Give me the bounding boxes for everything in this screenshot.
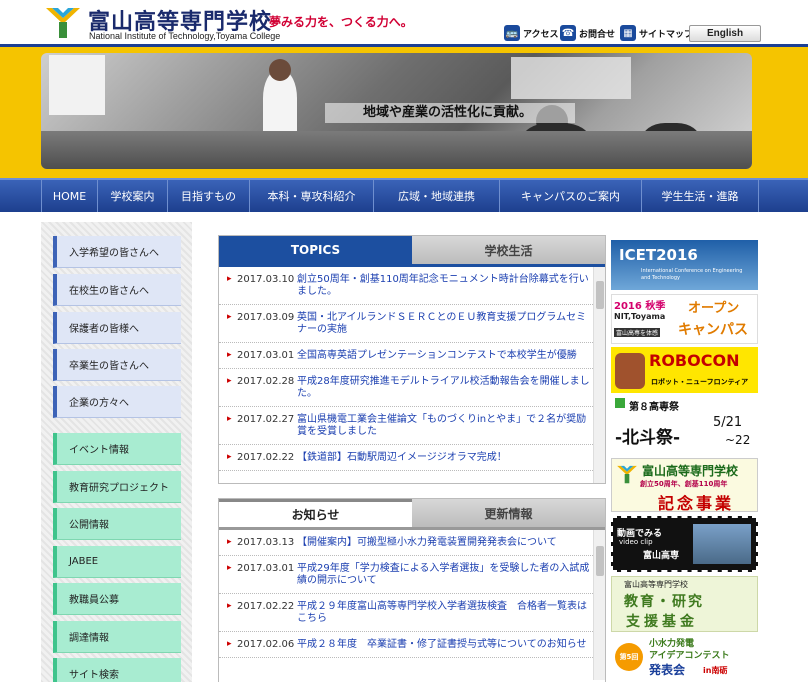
support-fund-banner[interactable]: 富山高等専門学校 教育・研究 支援基金	[611, 576, 758, 632]
list-item[interactable]: 2017.02.22平成２９年度富山高等専門学校入学者選抜検査 合格者一覧表はこ…	[219, 594, 605, 632]
anniversary-banner[interactable]: 富山高等専門学校 創立50周年、創基110周年 記念事業	[611, 458, 758, 512]
util-link-contact[interactable]: ☎ お問合せ	[560, 25, 615, 41]
tab-updates[interactable]: 更新情報	[412, 499, 605, 527]
site-title-en: National Institute of Technology,Toyama …	[89, 31, 281, 41]
sidebar-item-search[interactable]: サイト検索	[53, 658, 181, 682]
sidebar-item-research[interactable]: 教育研究プロジェクト	[53, 471, 181, 503]
hero-image: 地域や産業の活性化に貢献。	[41, 53, 752, 169]
notices-panel: お知らせ 更新情報 2017.03.13【開催案内】可搬型極小水力発電装置開発発…	[218, 498, 606, 682]
main-nav: HOME 学校案内 目指すもの 本科・専攻科紹介 広域・地域連携 キャンパスのご…	[0, 178, 808, 212]
tab-notices[interactable]: お知らせ	[219, 499, 412, 527]
sidebar-item-students[interactable]: 在校生の皆さんへ	[53, 274, 181, 306]
nav-item-student-life[interactable]: 学生生活・進路	[641, 180, 759, 212]
tab-topics[interactable]: TOPICS	[219, 236, 412, 264]
topics-scrollbar[interactable]	[593, 267, 605, 483]
bus-icon: 🚌	[504, 25, 520, 41]
util-link-access[interactable]: 🚌 アクセス	[504, 25, 559, 41]
english-button[interactable]: English	[689, 25, 761, 42]
nav-item-departments[interactable]: 本科・専攻科紹介	[249, 180, 373, 212]
sitemap-icon: ▦	[620, 25, 636, 41]
notices-list: 2017.03.13【開催案内】可搬型極小水力発電装置開発発表会について 201…	[219, 530, 605, 680]
school-logo-icon	[616, 463, 638, 487]
list-item[interactable]: 2017.02.06平成２８年度 卒業証書・修了証書授与式等についてのお知らせ	[219, 632, 605, 658]
leaf-icon	[615, 398, 625, 408]
sidebar-item-procurement[interactable]: 調達情報	[53, 621, 181, 653]
nav-item-mission[interactable]: 目指すもの	[167, 180, 249, 212]
nav-item-campus[interactable]: キャンパスのご案内	[499, 180, 641, 212]
list-item[interactable]: 2017.03.01全国高専英語プレゼンテーションコンテストで本校学生が優勝	[219, 343, 605, 369]
topics-list: 2017.03.10創立50周年・創基110周年記念モニュメント時計台除幕式を行…	[219, 267, 605, 483]
video-thumbnail	[693, 524, 751, 564]
sidebar-item-jabee[interactable]: JABEE	[53, 546, 181, 578]
list-item[interactable]: 2017.03.10創立50周年・創基110周年記念モニュメント時計台除幕式を行…	[219, 267, 605, 305]
hydro-contest-banner[interactable]: 第5回 小水力発電 アイデアコンテスト 発表会 in南砺	[611, 635, 758, 682]
sidebar: 入学希望の皆さんへ 在校生の皆さんへ 保護者の皆様へ 卒業生の皆さんへ 企業の方…	[41, 222, 192, 682]
video-banner[interactable]: 動画でみる video clip 富山高専	[611, 516, 758, 572]
sidebar-item-events[interactable]: イベント情報	[53, 433, 181, 465]
open-campus-banner[interactable]: 2016 秋季 NIT,Toyama 富山高専を体感 オープン キャンパス	[611, 294, 758, 344]
phone-icon: ☎	[560, 25, 576, 41]
hokuto-festival-banner[interactable]: 第８高専祭 -北斗祭- 5/21 ~22	[611, 397, 758, 451]
list-item[interactable]: 2017.02.27富山県機電工業会主催論文「ものづくりinとやま」で２名が奨励…	[219, 407, 605, 445]
list-item[interactable]: 2017.02.28平成28年度研究推進モデルトライアル校活動報告会を開催しまし…	[219, 369, 605, 407]
site-slogan: 夢みる力を、つくる力へ。	[269, 15, 413, 29]
list-item[interactable]: 2017.03.09英国・北アイルランドＳＥＲＣとのＥＵ教育支援プログラムセミナ…	[219, 305, 605, 343]
robocon-banner[interactable]: ROBOCON ロボット・ニューフロンティア	[611, 347, 758, 393]
list-item[interactable]: 2017.03.13【開催案内】可搬型極小水力発電装置開発発表会について	[219, 530, 605, 556]
site-header: 富山高等専門学校 National Institute of Technolog…	[0, 0, 808, 46]
util-link-sitemap[interactable]: ▦ サイトマップ	[620, 25, 693, 41]
nav-item-collaboration[interactable]: 広域・地域連携	[373, 180, 499, 212]
icet-banner[interactable]: ICET2016 International Conference on Eng…	[611, 240, 758, 290]
list-item[interactable]: 2017.03.01平成29年度「学力検査による入学者選抜」を受験した者の入試成…	[219, 556, 605, 594]
mascot-icon	[615, 353, 645, 389]
sidebar-item-recruit[interactable]: 教職員公募	[53, 583, 181, 615]
tab-school-life[interactable]: 学校生活	[412, 236, 605, 264]
nav-item-home[interactable]: HOME	[41, 180, 97, 212]
list-item[interactable]: 2017.02.22【鉄道部】石動駅周辺イメージジオラマ完成！	[219, 445, 605, 471]
sidebar-item-prospective[interactable]: 入学希望の皆さんへ	[53, 236, 181, 268]
nav-item-about[interactable]: 学校案内	[97, 180, 167, 212]
sidebar-item-companies[interactable]: 企業の方々へ	[53, 386, 181, 418]
notices-scrollbar[interactable]	[593, 530, 605, 680]
topics-panel: TOPICS 学校生活 2017.03.10創立50周年・創基110周年記念モニ…	[218, 235, 606, 484]
hero-caption: 地域や産業の活性化に貢献。	[325, 103, 575, 123]
sidebar-item-parents[interactable]: 保護者の皆様へ	[53, 312, 181, 344]
sidebar-item-disclosure[interactable]: 公開情報	[53, 508, 181, 540]
school-logo-icon[interactable]	[44, 4, 82, 40]
sidebar-item-alumni[interactable]: 卒業生の皆さんへ	[53, 349, 181, 381]
